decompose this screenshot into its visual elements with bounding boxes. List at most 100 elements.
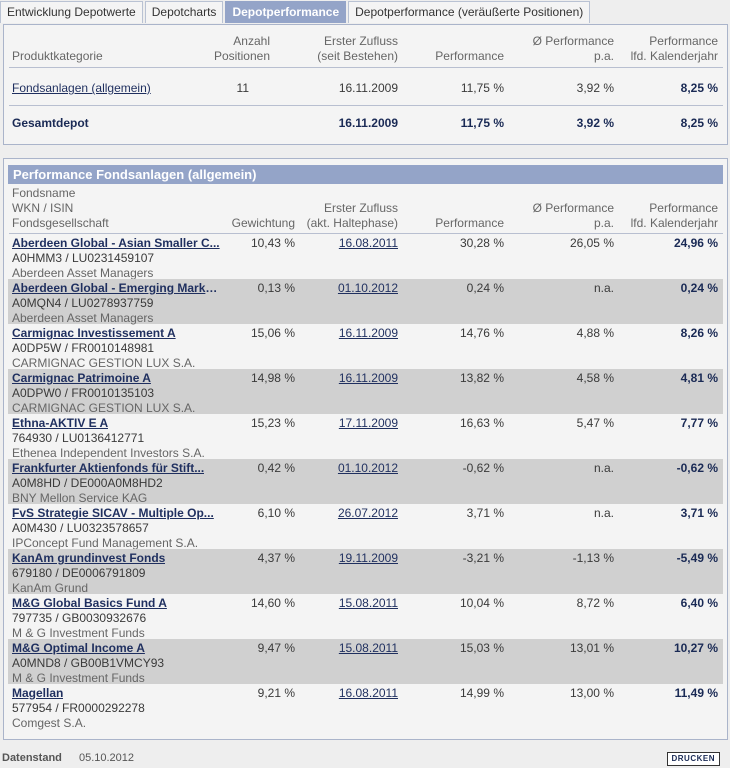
fund-pa: 26,05 % xyxy=(569,236,614,250)
fund-company: CARMIGNAC GESTION LUX S.A. xyxy=(12,401,196,415)
section-title: Performance Fondsanlagen (allgemein) xyxy=(8,165,723,184)
tab-bar: Entwicklung Depotwerte Depotcharts Depot… xyxy=(0,1,592,24)
summary-row-jahr: 8,25 % xyxy=(680,81,718,95)
col-header-performance: Performance xyxy=(435,49,504,63)
fund-zufluss-link[interactable]: 01.10.2012 xyxy=(274,281,398,295)
fund-wkn-isin: 577954 / FR0000292278 xyxy=(12,701,145,715)
summary-row-performance: 11,75 % xyxy=(460,81,504,95)
total-pa: 3,92 % xyxy=(576,116,614,130)
fund-wkn-isin: A0MND8 / GB00B1VMCY93 xyxy=(12,656,165,670)
fund-zufluss-link[interactable]: 19.11.2009 xyxy=(274,551,398,565)
fund-name-link[interactable]: FvS Strategie SICAV - Multiple Op... xyxy=(12,506,214,520)
fund-name-link[interactable]: M&G Optimal Income A xyxy=(12,641,145,655)
fund-jahr: 10,27 % xyxy=(673,641,718,655)
fund-company: Ethenea Independent Investors S.A. xyxy=(12,446,205,460)
datenstand: Datenstand 05.10.2012 xyxy=(2,752,134,764)
total-jahr: 8,25 % xyxy=(680,116,718,130)
fund-jahr: 11,49 % xyxy=(674,686,718,700)
fund-performance: 10,04 % xyxy=(459,596,504,610)
fund-jahr: 0,24 % xyxy=(680,281,718,295)
fund-pa: 8,72 % xyxy=(576,596,614,610)
table-row: FvS Strategie SICAV - Multiple Op... A0M4… xyxy=(8,504,723,550)
total-zufluss: 16.11.2009 xyxy=(338,116,398,130)
fund-name-link[interactable]: Aberdeen Global - Asian Smaller C... xyxy=(12,236,220,250)
fund-name-link[interactable]: Frankfurter Aktienfonds für Stift... xyxy=(12,461,204,475)
col-header-fondsgesellschaft: Fondsgesellschaft xyxy=(12,216,109,230)
fund-zufluss-link[interactable]: 26.07.2012 xyxy=(274,506,398,520)
fund-company: BNY Mellon Service KAG xyxy=(12,491,148,505)
total-performance: 11,75 % xyxy=(460,116,504,130)
fund-name-link[interactable]: Carmignac Patrimoine A xyxy=(12,371,151,385)
fund-performance: 30,28 % xyxy=(459,236,504,250)
col-header-haltephase: (akt. Haltephase) xyxy=(306,216,398,230)
fund-company: IPConcept Fund Management S.A. xyxy=(12,536,199,550)
fund-jahr: 3,71 % xyxy=(680,506,718,520)
fund-wkn-isin: A0DP5W / FR0010148981 xyxy=(12,341,155,355)
total-label: Gesamtdepot xyxy=(12,116,89,130)
col-header-pa: p.a. xyxy=(593,49,614,63)
fund-wkn-isin: A0DPW0 / FR0010135103 xyxy=(12,386,155,400)
summary-row-zufluss: 16.11.2009 xyxy=(338,81,398,95)
fund-jahr: -0,62 % xyxy=(676,461,718,475)
fund-wkn-isin: A0M430 / LU0323578657 xyxy=(12,521,149,535)
tab-depotperformance-veraeusserte[interactable]: Depotperformance (veräußerte Positionen) xyxy=(348,1,591,23)
fund-zufluss-link[interactable]: 15.08.2011 xyxy=(274,596,398,610)
fund-zufluss-link[interactable]: 16.11.2009 xyxy=(274,326,398,340)
table-row: M&G Global Basics Fund A 797735 / GB00309… xyxy=(8,594,723,640)
fund-performance: 15,03 % xyxy=(459,641,504,655)
tab-depotperformance[interactable]: Depotperformance xyxy=(225,1,347,23)
fund-performance: -3,21 % xyxy=(462,551,504,565)
fund-pa: 13,01 % xyxy=(569,641,614,655)
summary-panel: Produktkategorie Anzahl Positionen Erste… xyxy=(3,24,728,145)
col-header-erster-zufluss: Erster Zufluss xyxy=(323,34,398,48)
print-button[interactable]: DRUCKEN xyxy=(666,752,720,766)
col-header-produktkategorie: Produktkategorie xyxy=(12,49,103,63)
divider xyxy=(9,67,723,68)
table-row: Aberdeen Global - Asian Smaller C... A0HM… xyxy=(8,234,723,280)
table-row: M&G Optimal Income A A0MND8 / GB00B1VMCY9… xyxy=(8,639,723,685)
fund-zufluss-link[interactable]: 01.10.2012 xyxy=(274,461,398,475)
col-header-performance-jahr: Performance xyxy=(649,34,718,48)
fund-performance: 3,71 % xyxy=(466,506,504,520)
fund-zufluss-link[interactable]: 15.08.2011 xyxy=(274,641,398,655)
fund-company: Comgest S.A. xyxy=(12,716,87,730)
col-header-wkn-isin: WKN / ISIN xyxy=(12,201,74,215)
fund-wkn-isin: 797735 / GB0030932676 xyxy=(12,611,147,625)
fund-pa: 4,88 % xyxy=(576,326,614,340)
tab-entwicklung-depotwerte[interactable]: Entwicklung Depotwerte xyxy=(0,1,143,23)
col-header-avg-performance: Ø Performance xyxy=(532,201,614,215)
fund-name-link[interactable]: Aberdeen Global - Emerging Market... xyxy=(12,281,224,295)
fund-name-link[interactable]: Carmignac Investissement A xyxy=(12,326,176,340)
fund-pa: 5,47 % xyxy=(576,416,614,430)
fund-jahr: 8,26 % xyxy=(680,326,718,340)
fund-jahr: 4,81 % xyxy=(680,371,718,385)
tab-depotcharts[interactable]: Depotcharts xyxy=(144,1,224,23)
summary-row-kategorie-link[interactable]: Fondsanlagen (allgemein) xyxy=(12,81,151,95)
fund-pa: 13,00 % xyxy=(569,686,614,700)
fund-zufluss-link[interactable]: 16.11.2009 xyxy=(274,371,398,385)
fund-zufluss-link[interactable]: 17.11.2009 xyxy=(274,416,398,430)
fund-name-link[interactable]: Magellan xyxy=(12,686,63,700)
col-header-performance: Performance xyxy=(435,216,504,230)
table-row: Frankfurter Aktienfonds für Stift... A0M8… xyxy=(8,459,723,505)
fund-pa: -1,13 % xyxy=(572,551,614,565)
col-header-fondsname: Fondsname xyxy=(12,186,76,200)
fund-pa: n.a. xyxy=(593,506,614,520)
fund-name-link[interactable]: KanAm grundinvest Fonds xyxy=(12,551,165,565)
fund-zufluss-link[interactable]: 16.08.2011 xyxy=(274,686,398,700)
col-header-erster-zufluss: Erster Zufluss xyxy=(323,201,398,215)
fund-company: Aberdeen Asset Managers xyxy=(12,311,154,325)
fund-jahr: 7,77 % xyxy=(680,416,718,430)
col-header-pa: p.a. xyxy=(593,216,614,230)
fund-name-link[interactable]: Ethna-AKTIV E A xyxy=(12,416,108,430)
col-header-positionen: Positionen xyxy=(213,49,270,63)
fund-company: M & G Investment Funds xyxy=(12,626,145,640)
fund-wkn-isin: A0HMM3 / LU0231459107 xyxy=(12,251,155,265)
col-header-seit-bestehen: (seit Bestehen) xyxy=(317,49,398,63)
fund-jahr: -5,49 % xyxy=(676,551,718,565)
fund-performance: 0,24 % xyxy=(466,281,504,295)
fund-zufluss-link[interactable]: 16.08.2011 xyxy=(274,236,398,250)
col-header-avg-performance: Ø Performance xyxy=(532,34,614,48)
fund-wkn-isin: A0M8HD / DE000A0M8HD2 xyxy=(12,476,163,490)
fund-name-link[interactable]: M&G Global Basics Fund A xyxy=(12,596,167,610)
